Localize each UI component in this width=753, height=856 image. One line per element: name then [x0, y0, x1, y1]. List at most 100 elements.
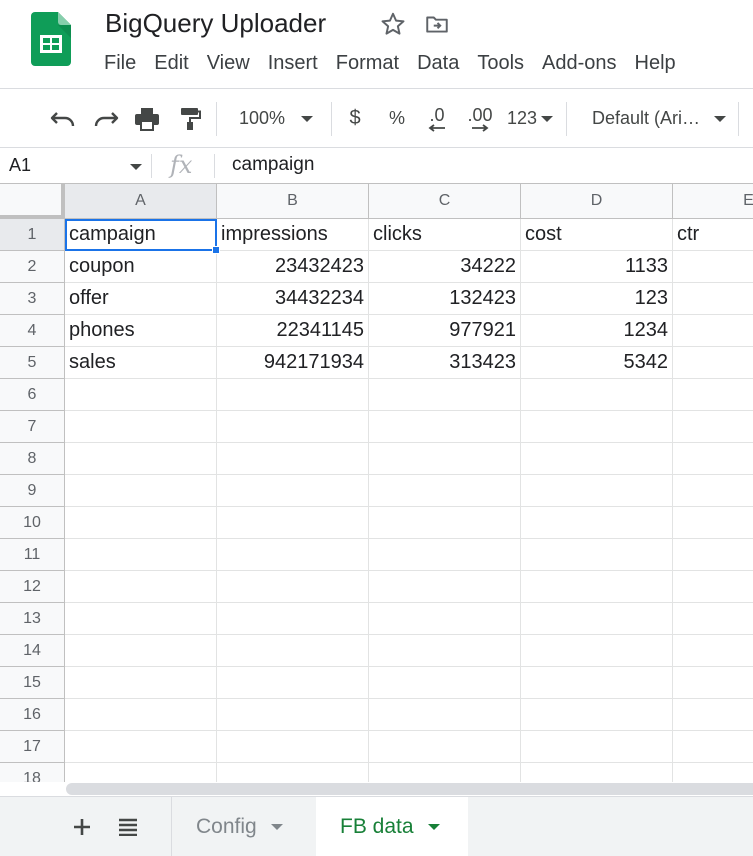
decrease-decimal-button[interactable]: .0	[420, 89, 454, 148]
row-header[interactable]: 12	[0, 571, 65, 603]
menu-tools[interactable]: Tools	[468, 50, 533, 78]
cell-e7[interactable]	[673, 411, 753, 443]
menu-file[interactable]: File	[95, 50, 145, 78]
row-header[interactable]: 7	[0, 411, 65, 443]
cell-d10[interactable]	[521, 507, 673, 539]
row-header[interactable]: 1	[0, 219, 65, 251]
cell-a12[interactable]	[65, 571, 217, 603]
percent-format-button[interactable]: %	[382, 89, 412, 148]
cell-c15[interactable]	[369, 667, 521, 699]
cell-d4[interactable]: 1234	[521, 315, 673, 347]
column-header-e[interactable]: E	[673, 184, 753, 219]
cell-e16[interactable]	[673, 699, 753, 731]
cell-e2[interactable]	[673, 251, 753, 283]
cell-d3[interactable]: 123	[521, 283, 673, 315]
cell-e11[interactable]	[673, 539, 753, 571]
cell-b6[interactable]	[217, 379, 369, 411]
horizontal-scrollbar[interactable]	[0, 782, 753, 796]
menu-view[interactable]: View	[198, 50, 259, 78]
row-header[interactable]: 17	[0, 731, 65, 763]
cell-d2[interactable]: 1133	[521, 251, 673, 283]
cell-d6[interactable]	[521, 379, 673, 411]
cell-c4[interactable]: 977921	[369, 315, 521, 347]
chevron-down-icon[interactable]	[130, 164, 142, 170]
cell-b7[interactable]	[217, 411, 369, 443]
cell-d15[interactable]	[521, 667, 673, 699]
cell-c5[interactable]: 313423	[369, 347, 521, 379]
row-header[interactable]: 16	[0, 699, 65, 731]
row-header[interactable]: 13	[0, 603, 65, 635]
paint-format-icon[interactable]	[172, 89, 208, 148]
cell-d5[interactable]: 5342	[521, 347, 673, 379]
row-header[interactable]: 2	[0, 251, 65, 283]
cell-c12[interactable]	[369, 571, 521, 603]
cell-d12[interactable]	[521, 571, 673, 603]
cell-e12[interactable]	[673, 571, 753, 603]
add-sheet-button[interactable]	[62, 797, 102, 856]
cell-b11[interactable]	[217, 539, 369, 571]
cell-b3[interactable]: 34432234	[217, 283, 369, 315]
document-title[interactable]: BigQuery Uploader	[105, 8, 326, 39]
cell-a3[interactable]: offer	[65, 283, 217, 315]
cell-b1[interactable]: impressions	[217, 219, 369, 251]
cell-c6[interactable]	[369, 379, 521, 411]
menu-edit[interactable]: Edit	[145, 50, 197, 78]
cell-a15[interactable]	[65, 667, 217, 699]
chevron-down-icon[interactable]	[270, 824, 283, 830]
fill-handle[interactable]	[212, 246, 220, 254]
currency-format-button[interactable]: $	[340, 89, 370, 148]
cell-d17[interactable]	[521, 731, 673, 763]
cell-e13[interactable]	[673, 603, 753, 635]
cell-a6[interactable]	[65, 379, 217, 411]
redo-icon[interactable]	[87, 89, 125, 148]
sheets-logo-icon[interactable]	[31, 12, 71, 66]
cell-b8[interactable]	[217, 443, 369, 475]
cell-a13[interactable]	[65, 603, 217, 635]
star-icon[interactable]	[379, 10, 407, 38]
row-header[interactable]: 10	[0, 507, 65, 539]
cell-a7[interactable]	[65, 411, 217, 443]
cell-c2[interactable]: 34222	[369, 251, 521, 283]
cell-d11[interactable]	[521, 539, 673, 571]
cell-a2[interactable]: coupon	[65, 251, 217, 283]
cell-b16[interactable]	[217, 699, 369, 731]
cell-d7[interactable]	[521, 411, 673, 443]
cell-e8[interactable]	[673, 443, 753, 475]
cell-c9[interactable]	[369, 475, 521, 507]
cell-a17[interactable]	[65, 731, 217, 763]
print-icon[interactable]	[129, 89, 165, 148]
cell-b15[interactable]	[217, 667, 369, 699]
cell-d16[interactable]	[521, 699, 673, 731]
row-header[interactable]: 15	[0, 667, 65, 699]
move-to-folder-icon[interactable]	[423, 10, 451, 38]
cell-e5[interactable]	[673, 347, 753, 379]
font-select[interactable]: Default (Ari…	[580, 89, 730, 148]
cell-a8[interactable]	[65, 443, 217, 475]
cell-c13[interactable]	[369, 603, 521, 635]
menu-format[interactable]: Format	[327, 50, 408, 78]
row-header[interactable]: 3	[0, 283, 65, 315]
cell-d1[interactable]: cost	[521, 219, 673, 251]
scrollbar-thumb[interactable]	[66, 783, 753, 795]
cell-a16[interactable]	[65, 699, 217, 731]
cell-e9[interactable]	[673, 475, 753, 507]
cell-e4[interactable]	[673, 315, 753, 347]
row-header[interactable]: 4	[0, 315, 65, 347]
row-header[interactable]: 18	[0, 763, 65, 782]
cell-e17[interactable]	[673, 731, 753, 763]
cell-c7[interactable]	[369, 411, 521, 443]
cell-e10[interactable]	[673, 507, 753, 539]
row-header[interactable]: 9	[0, 475, 65, 507]
formula-input[interactable]: campaign	[232, 154, 314, 176]
zoom-select[interactable]: 100%	[230, 89, 322, 148]
row-header[interactable]: 14	[0, 635, 65, 667]
cell-d9[interactable]	[521, 475, 673, 507]
row-header[interactable]: 8	[0, 443, 65, 475]
undo-icon[interactable]	[44, 89, 82, 148]
cell-c16[interactable]	[369, 699, 521, 731]
cell-c18[interactable]	[369, 763, 521, 782]
cell-b10[interactable]	[217, 507, 369, 539]
cell-d13[interactable]	[521, 603, 673, 635]
cell-b18[interactable]	[217, 763, 369, 782]
cell-b4[interactable]: 22341145	[217, 315, 369, 347]
